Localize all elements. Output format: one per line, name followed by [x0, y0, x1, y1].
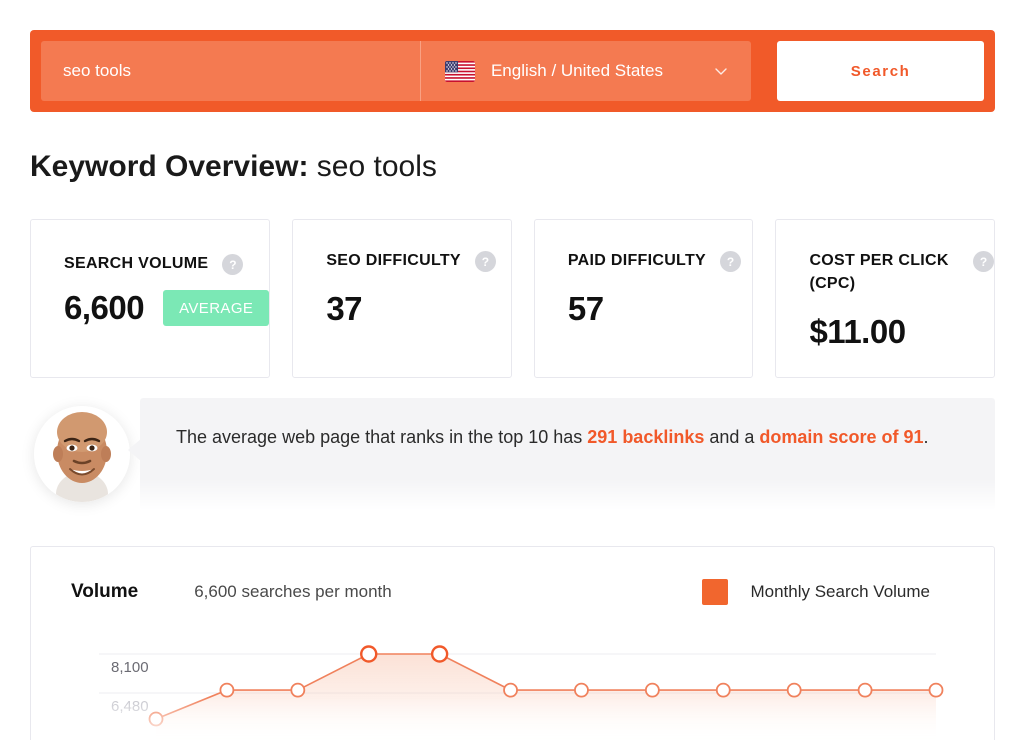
card-header: SEARCH VOLUME ? [64, 252, 269, 275]
card-value-row: 57 [568, 290, 753, 328]
chart-subtitle: 6,600 searches per month [194, 582, 392, 602]
metric-label: COST PER CLICK (CPC) [809, 249, 959, 295]
help-circle-icon[interactable]: ? [720, 251, 741, 272]
chart-data-point[interactable] [859, 684, 872, 697]
insight-text-part3: . [923, 427, 928, 447]
us-flag-icon [445, 61, 475, 82]
metric-card-seo-difficulty: SEO DIFFICULTY ? 37 [292, 219, 512, 378]
metric-card-cpc: COST PER CLICK (CPC) ? $11.00 [775, 219, 995, 378]
volume-line-chart: 8,100 6,480 [31, 625, 995, 740]
search-button[interactable]: Search [777, 41, 984, 101]
page-title-keyword: seo tools [317, 150, 437, 183]
y-axis-tick-label: 8,100 [111, 659, 149, 676]
page-title-prefix: Keyword Overview: [30, 150, 308, 183]
help-circle-icon[interactable]: ? [973, 251, 994, 272]
card-value-row: 37 [326, 290, 511, 328]
chart-area-fill [156, 654, 936, 740]
chart-title: Volume [71, 581, 138, 603]
insight-text-part1: The average web page that ranks in the t… [176, 427, 587, 447]
status-badge: AVERAGE [163, 290, 269, 326]
chart-svg: 8,100 6,480 [31, 625, 995, 740]
chart-data-point[interactable] [504, 684, 517, 697]
metric-label: PAID DIFFICULTY [568, 249, 706, 272]
card-header: SEO DIFFICULTY ? [326, 249, 511, 272]
help-circle-icon[interactable]: ? [222, 254, 243, 275]
language-label: English / United States [475, 61, 713, 81]
chart-data-point[interactable] [150, 713, 163, 726]
metric-label: SEO DIFFICULTY [326, 249, 461, 272]
chart-data-point[interactable] [930, 684, 943, 697]
card-value-row: 6,600 AVERAGE [64, 289, 269, 327]
chart-data-point[interactable] [291, 684, 304, 697]
metric-label: SEARCH VOLUME [64, 252, 208, 275]
chart-data-point[interactable] [717, 684, 730, 697]
insight-text-part2: and a [704, 427, 759, 447]
card-header: PAID DIFFICULTY ? [568, 249, 753, 272]
insight-bubble: The average web page that ranks in the t… [140, 398, 995, 510]
search-input[interactable] [41, 41, 420, 101]
page-title: Keyword Overview: seo tools [30, 150, 437, 184]
metric-value: $11.00 [809, 313, 905, 351]
card-header: COST PER CLICK (CPC) ? [809, 249, 994, 295]
chart-data-point[interactable] [361, 647, 376, 662]
card-value-row: $11.00 [809, 313, 994, 351]
chart-data-point[interactable] [788, 684, 801, 697]
volume-chart-card: Volume 6,600 searches per month Monthly … [30, 546, 995, 740]
chart-legend: Monthly Search Volume [702, 579, 994, 605]
metric-value: 37 [326, 290, 362, 328]
language-select[interactable]: English / United States [421, 41, 751, 101]
metric-card-search-volume: SEARCH VOLUME ? 6,600 AVERAGE [30, 219, 270, 378]
search-bar: English / United States Search [30, 30, 995, 112]
y-axis-tick-label: 6,480 [111, 698, 149, 715]
keyword-overview-page: English / United States Search Keyword O… [0, 0, 1024, 740]
chevron-down-icon [713, 63, 729, 79]
chart-header: Volume 6,600 searches per month Monthly … [31, 547, 994, 605]
insight-highlight-backlinks: 291 backlinks [587, 427, 704, 447]
insight-panel: The average web page that ranks in the t… [30, 398, 995, 510]
insight-highlight-domain-score: domain score of 91 [759, 427, 923, 447]
user-avatar [34, 406, 130, 502]
legend-swatch [702, 579, 728, 605]
metric-cards: SEARCH VOLUME ? 6,600 AVERAGE SEO DIFFIC… [30, 219, 995, 378]
metric-value: 57 [568, 290, 604, 328]
chart-data-point[interactable] [220, 684, 233, 697]
chart-data-point[interactable] [432, 647, 447, 662]
help-circle-icon[interactable]: ? [475, 251, 496, 272]
metric-card-paid-difficulty: PAID DIFFICULTY ? 57 [534, 219, 754, 378]
chart-data-point[interactable] [646, 684, 659, 697]
chart-data-point[interactable] [575, 684, 588, 697]
metric-value: 6,600 [64, 289, 144, 327]
legend-label: Monthly Search Volume [750, 582, 930, 602]
insight-text: The average web page that ranks in the t… [176, 424, 965, 452]
